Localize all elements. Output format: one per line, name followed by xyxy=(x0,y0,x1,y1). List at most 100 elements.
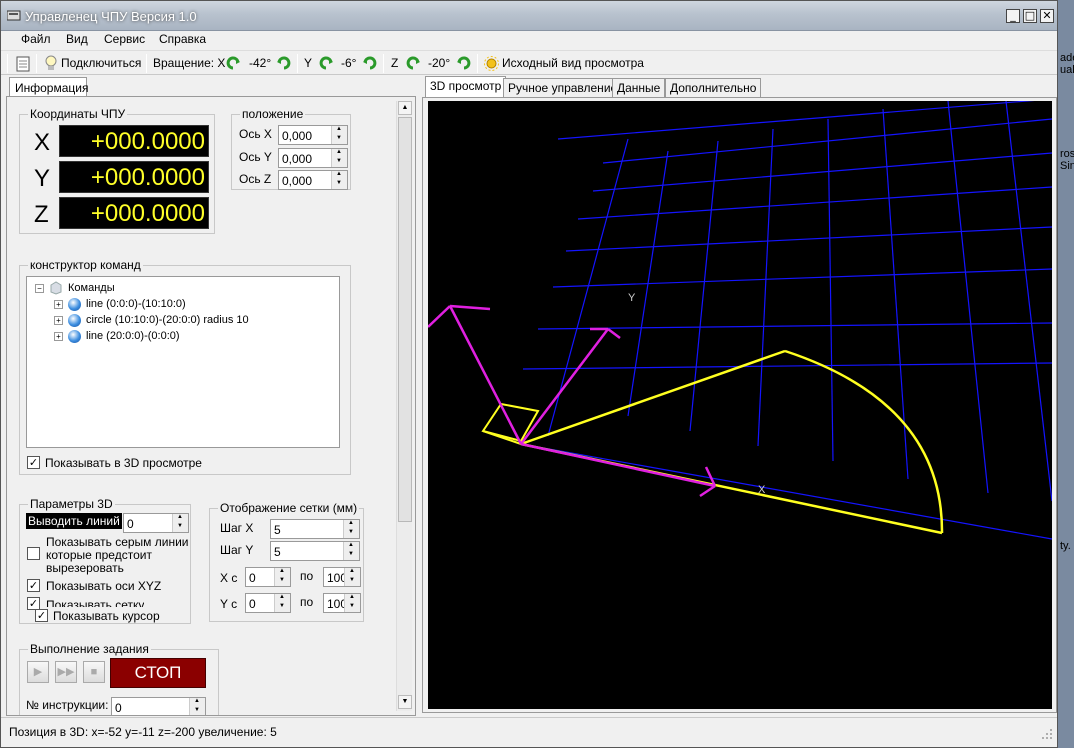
position-group: положение Ось X 0,000 Ось Y 0,000 Ось Z … xyxy=(231,107,351,190)
rotate-right-icon[interactable] xyxy=(456,55,472,71)
menu-service[interactable]: Сервис xyxy=(104,32,145,46)
scroll-thumb[interactable] xyxy=(398,117,412,522)
rotation-z-label: Z xyxy=(391,56,399,70)
commands-folder-icon xyxy=(50,281,62,295)
rotation-x-value: -42° xyxy=(249,56,272,70)
document-icon[interactable] xyxy=(16,56,30,72)
scroll-up-button[interactable]: ▲ xyxy=(398,101,412,115)
grid-display-title: Отображение сетки (мм) xyxy=(218,501,360,515)
command-tree[interactable]: − Команды + line (0:0:0)-(10:10:0) + cir… xyxy=(26,276,340,448)
spin-arrows[interactable] xyxy=(331,126,347,144)
position-y-input[interactable]: 0,000 xyxy=(278,148,348,168)
toolbar-grip xyxy=(7,54,8,73)
yc-to-input[interactable]: 100 xyxy=(323,593,361,613)
toolbar-separator xyxy=(383,54,384,73)
step-y-input[interactable]: 5 xyxy=(270,541,360,561)
grid-line xyxy=(537,322,1052,330)
gray-lines-label-2: которые предстоит xyxy=(46,548,152,562)
resize-grip-icon[interactable] xyxy=(1041,728,1053,740)
maximize-button[interactable]: □ xyxy=(1023,9,1037,23)
grid-line xyxy=(592,152,1052,192)
toolbar-separator xyxy=(36,54,37,73)
3d-scene: Y X xyxy=(428,101,1052,540)
show-cursor-checkbox[interactable]: ✓ xyxy=(35,609,48,622)
connect-button[interactable]: Подключиться xyxy=(61,56,141,70)
spin-arrows[interactable] xyxy=(189,698,205,715)
spin-arrows[interactable] xyxy=(343,542,359,560)
menu-view[interactable]: Вид xyxy=(66,32,88,46)
spin-arrows[interactable] xyxy=(331,171,347,189)
spin-arrows[interactable] xyxy=(344,594,360,612)
scroll-down-button[interactable]: ▼ xyxy=(398,695,412,709)
3d-viewport[interactable]: Y X xyxy=(428,101,1052,709)
position-x-input[interactable]: 0,000 xyxy=(278,125,348,145)
grid-display-group: Отображение сетки (мм) Шаг X 5 Шаг Y 5 X… xyxy=(209,501,364,622)
instruction-number-input[interactable]: 0 xyxy=(111,697,206,715)
step-button[interactable]: ▶▶ xyxy=(55,661,77,683)
spin-arrows[interactable] xyxy=(331,149,347,167)
rotate-left-icon[interactable] xyxy=(225,55,241,71)
position-z-input[interactable]: 0,000 xyxy=(278,170,348,190)
tree-item[interactable]: line (20:0:0)-(0:0:0) xyxy=(86,330,180,342)
command-builder-group: конструктор команд − Команды + line (0:0… xyxy=(19,258,351,475)
yc-from-input[interactable]: 0 xyxy=(245,593,291,613)
coord-z-value: +000.0000 xyxy=(59,197,209,229)
show-in-3d-checkbox[interactable]: ✓ xyxy=(27,456,40,469)
command-node-icon xyxy=(68,298,81,311)
left-panel-scrollbar[interactable]: ▲ ▼ xyxy=(396,101,412,711)
rotate-right-icon[interactable] xyxy=(276,55,292,71)
expand-icon[interactable]: + xyxy=(54,300,63,309)
tab-3d-view[interactable]: 3D просмотр xyxy=(425,76,507,98)
xc-to-input[interactable]: 100 xyxy=(323,567,361,587)
main-window: Управленец ЧПУ Версия 1.0 _ □ ✕ Файл Вид… xyxy=(0,0,1058,748)
draw-lines-input[interactable]: 0 xyxy=(123,513,189,533)
toolbar-separator xyxy=(477,54,478,73)
menu-help[interactable]: Справка xyxy=(159,32,206,46)
gray-lines-checkbox[interactable] xyxy=(27,547,40,560)
expand-icon[interactable]: + xyxy=(54,332,63,341)
spin-arrows[interactable] xyxy=(343,520,359,538)
step-x-input[interactable]: 5 xyxy=(270,519,360,539)
rotation-y-value: -6° xyxy=(341,56,357,70)
expand-icon[interactable]: + xyxy=(54,316,63,325)
spin-arrows[interactable] xyxy=(274,594,290,612)
rotate-left-icon[interactable] xyxy=(405,55,421,71)
play-button[interactable]: ▶ xyxy=(27,661,49,683)
show-axes-label: Показывать оси XYZ xyxy=(46,579,162,593)
app-icon xyxy=(7,10,21,21)
title-bar[interactable]: Управленец ЧПУ Версия 1.0 _ □ ✕ xyxy=(1,1,1057,31)
spin-arrows[interactable] xyxy=(274,568,290,586)
draw-lines-label: Выводить линий xyxy=(26,513,122,529)
minimize-button[interactable]: _ xyxy=(1006,9,1020,23)
collapse-icon[interactable]: − xyxy=(35,284,44,293)
tab-data[interactable]: Данные xyxy=(612,78,666,97)
sun-icon xyxy=(484,56,499,71)
instruction-number-label: № инструкции: xyxy=(26,698,109,712)
rotate-left-icon[interactable] xyxy=(318,55,334,71)
stop-button[interactable]: СТОП xyxy=(110,658,206,688)
tree-root-label[interactable]: Команды xyxy=(68,282,115,294)
show-axes-checkbox[interactable]: ✓ xyxy=(27,579,40,592)
rotate-right-icon[interactable] xyxy=(362,55,378,71)
spin-arrows[interactable] xyxy=(172,514,188,532)
rotation-y-label: Y xyxy=(304,56,313,70)
xc-from-input[interactable]: 0 xyxy=(245,567,291,587)
stop-square-button[interactable]: ■ xyxy=(83,661,105,683)
axis-y-label: Y xyxy=(628,292,636,304)
tab-manual-control[interactable]: Ручное управление xyxy=(503,78,623,97)
task-execution-group: Выполнение задания ▶ ▶▶ ■ СТОП № инструк… xyxy=(19,642,219,715)
tab-advanced[interactable]: Дополнительно xyxy=(665,78,762,97)
tree-item[interactable]: circle (10:10:0)-(20:0:0) radius 10 xyxy=(86,314,249,326)
tab-information[interactable]: Информация xyxy=(9,77,88,97)
status-bar: Позиция в 3D: x=-52 y=-11 z=-200 увеличе… xyxy=(1,717,1057,747)
spin-arrows[interactable] xyxy=(344,568,360,586)
tree-item[interactable]: line (0:0:0)-(10:10:0) xyxy=(86,298,186,310)
position-title: положение xyxy=(240,107,306,121)
desktop-fragment: ty. xyxy=(1060,540,1071,552)
yc-from-value: 0 xyxy=(249,597,256,611)
reset-view-button[interactable]: Исходный вид просмотра xyxy=(502,56,644,70)
rotation-z-value: -20° xyxy=(428,56,451,70)
menu-file[interactable]: Файл xyxy=(21,32,51,46)
close-button[interactable]: ✕ xyxy=(1040,9,1054,23)
grid-line xyxy=(689,140,719,432)
